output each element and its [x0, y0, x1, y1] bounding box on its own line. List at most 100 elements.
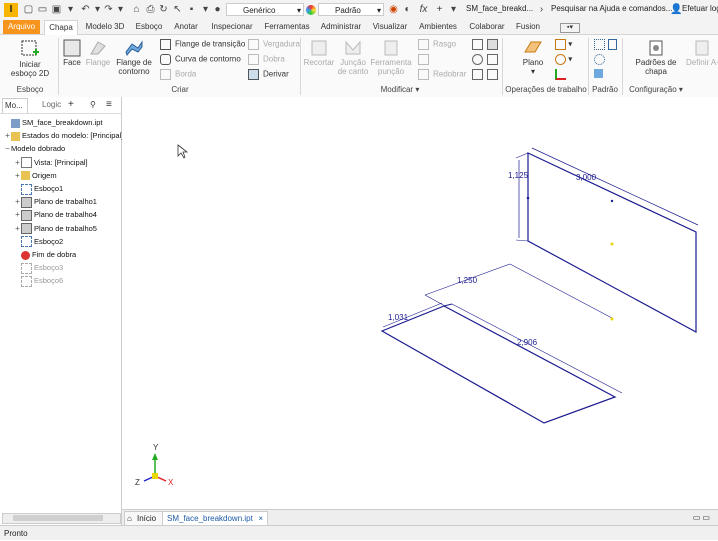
select-icon[interactable]: ↖: [172, 4, 183, 15]
tree-item[interactable]: Esboço3: [14, 261, 63, 274]
modify-tool-6[interactable]: [487, 69, 498, 80]
tree-item[interactable]: Esboço6: [14, 274, 63, 287]
refold-button[interactable]: Redobrar: [418, 69, 466, 80]
transition-flange-button[interactable]: Flange de transição: [160, 39, 245, 50]
tree-item[interactable]: Esboço2: [14, 235, 63, 248]
modify-tool-1[interactable]: [472, 39, 483, 50]
point-button[interactable]: ▾: [555, 54, 572, 65]
expand-toggle-icon[interactable]: +: [14, 222, 21, 235]
app-logo[interactable]: I: [4, 3, 18, 17]
mirror-button[interactable]: [594, 69, 603, 79]
tab-annotate[interactable]: Anotar: [170, 20, 202, 34]
chevron-down-icon[interactable]: ▾: [92, 4, 103, 15]
flange-button[interactable]: Flange: [84, 38, 112, 67]
redo-icon[interactable]: ↷: [103, 4, 114, 15]
sketch-point[interactable]: [526, 196, 530, 200]
modify-tool-5[interactable]: [487, 54, 498, 65]
sheet-metal-defaults-button[interactable]: Padrões de chapa: [632, 38, 680, 76]
tab-file[interactable]: Arquivo: [3, 20, 40, 34]
help-search[interactable]: Pesquisar na Ajuda e comandos...: [551, 4, 672, 13]
tab-manage[interactable]: Administrar: [318, 20, 364, 34]
modify-tool-3[interactable]: [472, 69, 483, 80]
expand-toggle-icon[interactable]: +: [14, 156, 21, 169]
tree-item[interactable]: −Modelo dobrado: [4, 142, 65, 155]
border-button[interactable]: Borda: [160, 69, 196, 80]
chevron-down-icon[interactable]: ▾: [115, 4, 126, 15]
material-icon[interactable]: ●: [212, 4, 223, 15]
graphics-canvas[interactable]: 1,125 3,000 1,250 1,031 2,906 Y X Z: [122, 97, 718, 509]
contour-flange-button[interactable]: Flange de contorno: [112, 38, 156, 76]
chevron-down-icon[interactable]: ▾: [200, 4, 211, 15]
panel-label-setup[interactable]: Configuração ▾: [624, 85, 688, 94]
cut-button[interactable]: Recortar: [302, 38, 336, 67]
punch-tool-button[interactable]: Ferramenta punção: [370, 38, 412, 76]
circ-pattern-button[interactable]: [594, 54, 605, 65]
corner-seam-button[interactable]: Junção de canto: [336, 38, 370, 76]
close-icon[interactable]: ×: [258, 512, 263, 526]
tab-collaborate[interactable]: Colaborar: [466, 20, 508, 34]
style-select[interactable]: Padrão ▾: [318, 3, 384, 16]
panel-label-modify[interactable]: Modificar ▾: [365, 85, 435, 94]
tree-item[interactable]: Fim de dobra: [14, 248, 76, 261]
signin-link[interactable]: Efetuar log: [682, 4, 718, 13]
browser-tab-logic[interactable]: Logic: [28, 98, 72, 112]
new-file-icon[interactable]: ▢: [23, 4, 34, 15]
expand-toggle-icon[interactable]: −: [4, 142, 11, 155]
tab-overflow-icon[interactable]: ▪▾: [560, 23, 580, 33]
unfold-button[interactable]: [418, 54, 433, 65]
search-icon[interactable]: ⚲: [90, 98, 100, 112]
center-point[interactable]: [610, 242, 614, 246]
axis-button[interactable]: ▾: [555, 39, 572, 50]
expand-toggle-icon[interactable]: +: [14, 208, 21, 221]
tree-item[interactable]: + Plano de trabalho1: [14, 195, 97, 208]
horizontal-face[interactable]: [380, 305, 617, 424]
contour-curve-button[interactable]: Curva de contorno: [160, 54, 241, 65]
tab-layout-icons[interactable]: ▭▭: [682, 511, 712, 525]
scrollbar-thumb[interactable]: [13, 515, 103, 521]
open-folder-icon[interactable]: ▭: [37, 4, 48, 15]
plane-button[interactable]: Plano ▾: [518, 38, 548, 76]
tab-3d-model[interactable]: Modelo 3D: [82, 20, 128, 34]
appearance-select[interactable]: Genérico ▾: [226, 3, 304, 16]
fold-button[interactable]: Dobra: [248, 54, 285, 65]
tree-item[interactable]: + Vista: [Principal]: [14, 156, 88, 169]
dimension-label[interactable]: 3,000: [576, 173, 597, 182]
pattern-extra-button[interactable]: [608, 39, 617, 50]
sketch-point[interactable]: [610, 199, 614, 203]
sketch-view[interactable]: 1,125 3,000 1,250 1,031 2,906 Y X Z: [122, 97, 718, 509]
dimension-label[interactable]: 1,125: [508, 171, 529, 180]
dimension-label[interactable]: 2,906: [517, 338, 538, 347]
browser-scrollbar[interactable]: [2, 513, 121, 524]
tab-inspect[interactable]: Inspecionar: [207, 20, 257, 34]
tab-view[interactable]: Visualizar: [370, 20, 410, 34]
rect-pattern-button[interactable]: [594, 39, 605, 50]
center-point[interactable]: [610, 317, 614, 321]
add-icon[interactable]: +: [434, 4, 445, 15]
clear-icon[interactable]: ◐: [402, 4, 413, 15]
chevron-down-icon[interactable]: ▾: [65, 4, 76, 15]
expand-toggle-icon[interactable]: +: [14, 195, 21, 208]
dimension-label[interactable]: 1,031: [388, 313, 409, 322]
color-wheel-icon[interactable]: [306, 5, 316, 15]
tab-environments[interactable]: Ambientes: [415, 20, 461, 34]
user-icon[interactable]: 👤: [670, 4, 682, 15]
fx-icon[interactable]: fx: [418, 4, 429, 15]
tab-sketch[interactable]: Esboço: [133, 20, 165, 34]
define-a-side-button[interactable]: Definir A-Side: [686, 38, 718, 67]
tab-fusion[interactable]: Fusion: [513, 20, 543, 34]
start-2d-sketch-button[interactable]: Iniciar esboço 2D: [8, 38, 52, 78]
measure-icon[interactable]: ▪: [186, 4, 197, 15]
tree-item[interactable]: Esboço1: [14, 182, 63, 195]
update-icon[interactable]: ↻: [158, 4, 169, 15]
print-icon[interactable]: ⎙: [145, 4, 156, 15]
browser-tab-model[interactable]: Mo...: [2, 98, 28, 113]
tree-item[interactable]: + Plano de trabalho4: [14, 208, 97, 221]
menu-icon[interactable]: ≡: [106, 98, 118, 112]
chevron-down-icon[interactable]: ▾: [448, 4, 459, 15]
adjust-icon[interactable]: ◉: [388, 4, 399, 15]
tree-item[interactable]: + Plano de trabalho5: [14, 222, 97, 235]
save-icon[interactable]: ▣: [51, 4, 62, 15]
face-button[interactable]: Face: [60, 38, 84, 67]
home-icon[interactable]: ⌂: [131, 4, 142, 15]
tab-sheet-metal[interactable]: Chapa: [44, 20, 78, 36]
